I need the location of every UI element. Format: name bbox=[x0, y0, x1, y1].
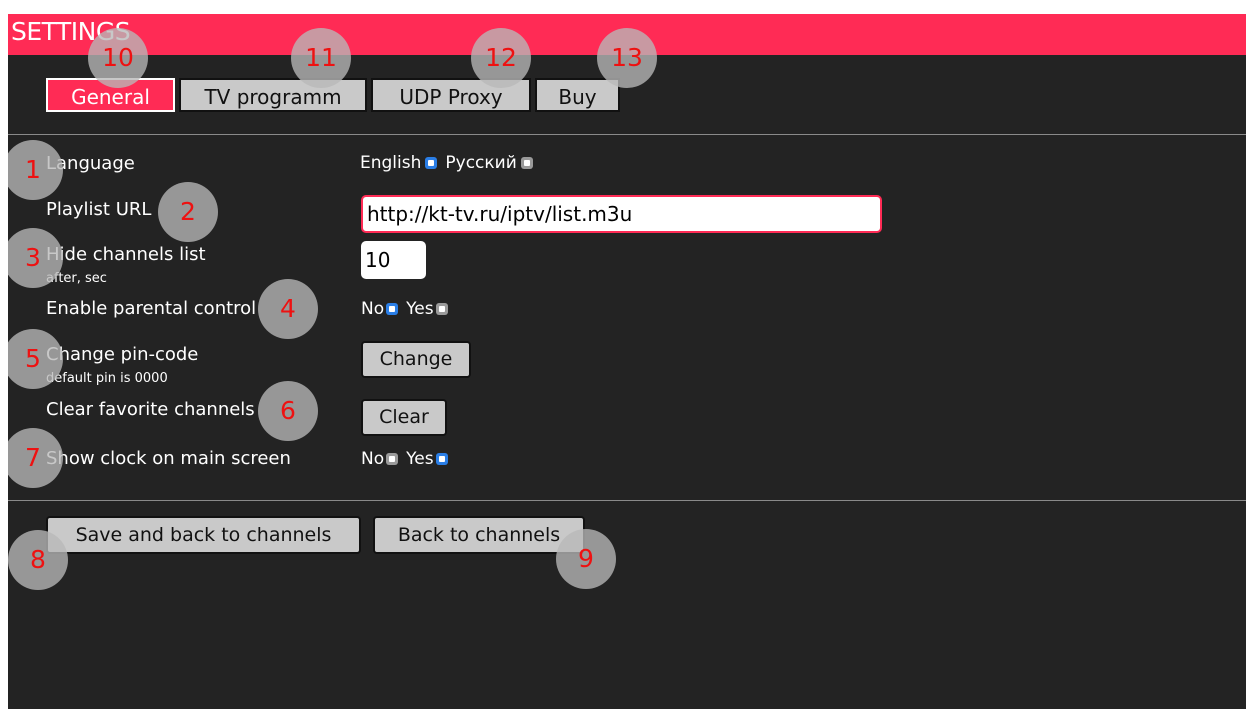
save-and-back-button[interactable]: Save and back to channels bbox=[46, 516, 361, 554]
callout-marker: 6 bbox=[258, 381, 318, 441]
callout-marker: 13 bbox=[597, 28, 657, 88]
clear-favorites-label: Clear favorite channels bbox=[46, 399, 255, 420]
callout-marker: 4 bbox=[258, 279, 318, 339]
top-divider bbox=[8, 134, 1246, 135]
playlist-url-value: http://kt-tv.ru/iptv/list.m3u bbox=[367, 202, 633, 226]
clear-favorites-button[interactable]: Clear bbox=[361, 399, 447, 436]
tab-tv-programm[interactable]: TV programm bbox=[179, 78, 367, 112]
hide-channels-seconds-value: 10 bbox=[365, 248, 391, 272]
clock-no-label: No bbox=[361, 449, 385, 469]
language-english-radio[interactable] bbox=[425, 157, 438, 169]
change-pin-label: Change pin-code bbox=[46, 344, 199, 365]
language-radio-group: English Русский bbox=[360, 153, 541, 173]
callout-marker: 11 bbox=[291, 28, 351, 88]
parental-no-radio[interactable] bbox=[386, 303, 399, 315]
language-russian-label: Русский bbox=[445, 153, 517, 173]
callout-marker: 2 bbox=[158, 182, 218, 242]
language-russian-radio[interactable] bbox=[520, 157, 533, 169]
parental-no-label: No bbox=[361, 299, 385, 319]
parental-control-label: Enable parental control bbox=[46, 298, 257, 319]
back-to-channels-button[interactable]: Back to channels bbox=[373, 516, 585, 554]
callout-marker: 7 bbox=[8, 428, 63, 488]
language-english-label: English bbox=[360, 153, 422, 173]
playlist-url-input[interactable]: http://kt-tv.ru/iptv/list.m3u bbox=[361, 195, 882, 233]
hide-channels-label: Hide channels list bbox=[46, 244, 206, 265]
clock-radio-group: No Yes bbox=[361, 449, 456, 469]
tab-buy[interactable]: Buy bbox=[535, 78, 620, 112]
bottom-divider bbox=[8, 500, 1246, 501]
show-clock-label: Show clock on main screen bbox=[46, 448, 291, 469]
callout-marker: 8 bbox=[8, 530, 68, 590]
callout-marker: 9 bbox=[556, 529, 616, 589]
change-pin-sublabel: default pin is 0000 bbox=[46, 371, 168, 386]
playlist-url-label: Playlist URL bbox=[46, 199, 152, 220]
parental-radio-group: No Yes bbox=[361, 299, 456, 319]
callout-marker: 1 bbox=[8, 140, 63, 200]
clock-yes-radio[interactable] bbox=[435, 453, 448, 465]
settings-screen: SETTINGS General TV programm UDP Proxy B… bbox=[8, 14, 1246, 709]
clock-no-radio[interactable] bbox=[386, 453, 399, 465]
clock-yes-label: Yes bbox=[406, 449, 434, 469]
change-pin-button[interactable]: Change bbox=[361, 341, 471, 378]
parental-yes-label: Yes bbox=[406, 299, 434, 319]
callout-marker: 12 bbox=[471, 28, 531, 88]
hide-channels-seconds-input[interactable]: 10 bbox=[361, 241, 426, 279]
callout-marker: 10 bbox=[88, 28, 148, 88]
parental-yes-radio[interactable] bbox=[435, 303, 448, 315]
